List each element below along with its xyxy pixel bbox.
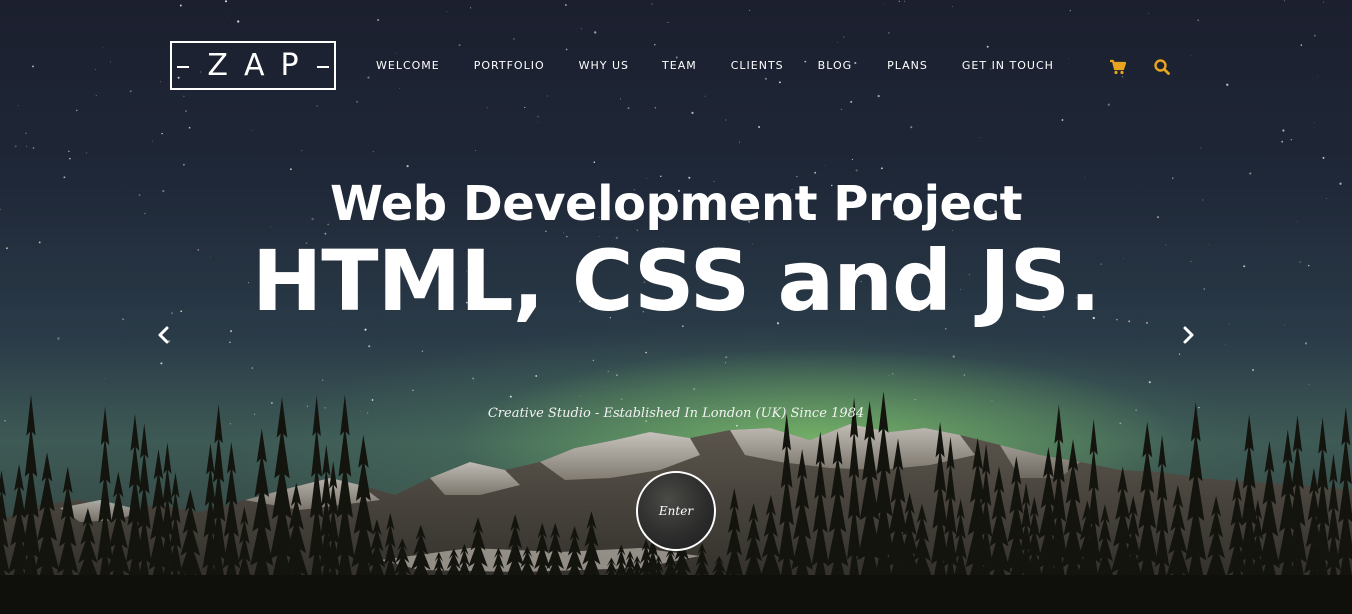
logo[interactable]: ZAP — [170, 41, 336, 90]
search-icon[interactable] — [1152, 57, 1172, 77]
logo-dash-left — [177, 65, 189, 68]
nav-item-why-us[interactable]: WHY US — [579, 59, 629, 72]
chevron-left-icon[interactable] — [151, 322, 177, 348]
nav-item-get-in-touch[interactable]: GET IN TOUCH — [962, 59, 1054, 72]
main-navigation: WELCOME PORTFOLIO WHY US TEAM CLIENTS BL… — [376, 59, 1054, 72]
hero-headline: Web Development Project — [329, 176, 1023, 232]
logo-dash-right — [317, 65, 329, 68]
hero-section: ZAP WELCOME PORTFOLIO WHY US TEAM CLIENT… — [0, 0, 1352, 614]
nav-item-plans[interactable]: PLANS — [887, 59, 928, 72]
hero-subheadline: HTML, CSS and JS. — [251, 232, 1101, 330]
nav-item-portfolio[interactable]: PORTFOLIO — [474, 59, 545, 72]
logo-text: ZAP — [207, 48, 315, 83]
nav-item-blog[interactable]: BLOG — [818, 59, 852, 72]
header-icons — [1108, 57, 1172, 77]
enter-button[interactable]: Enter — [636, 471, 716, 551]
nav-item-clients[interactable]: CLIENTS — [731, 59, 784, 72]
enter-button-label: Enter — [658, 504, 694, 518]
chevron-right-icon[interactable] — [1175, 322, 1201, 348]
shopping-cart-icon[interactable] — [1108, 57, 1128, 77]
hero-tagline: Creative Studio - Established In London … — [487, 406, 865, 421]
nav-item-welcome[interactable]: WELCOME — [376, 59, 440, 72]
nav-item-team[interactable]: TEAM — [662, 59, 697, 72]
